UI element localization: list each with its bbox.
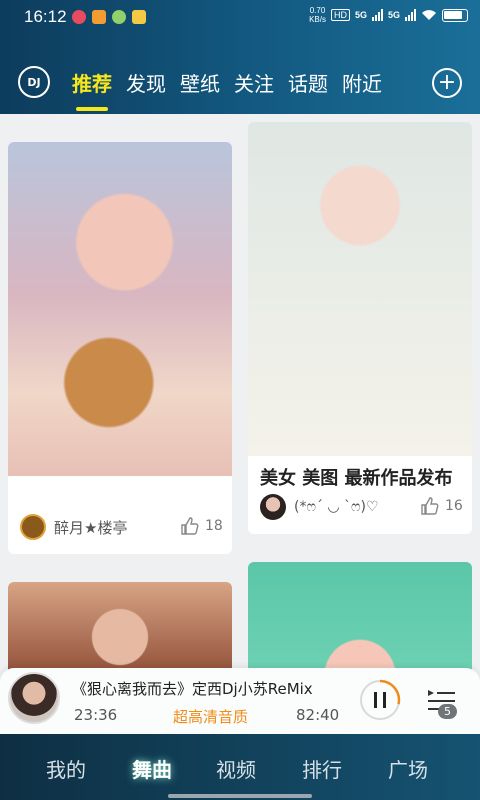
mini-player[interactable]: 《狠心离我而去》定西Dj小苏ReMix 23:36 超高清音质 82:40 5: [0, 668, 480, 734]
feed-card[interactable]: 醉月★楼亭 18: [8, 142, 232, 554]
card-author[interactable]: 醉月★楼亭: [20, 514, 127, 540]
song-title[interactable]: 《狠心离我而去》定西Dj小苏ReMix: [72, 678, 352, 699]
status-bar: 16:12 0.70 KB/s HD 5G 5G: [0, 0, 480, 36]
net-speed: 0.70 KB/s: [309, 6, 326, 24]
feed-card[interactable]: [8, 582, 232, 682]
card-title[interactable]: 美女 美图 最新作品发布: [260, 464, 453, 490]
author-avatar[interactable]: [20, 514, 46, 540]
app-header: 16:12 0.70 KB/s HD 5G 5G DJ 推荐 发现 壁纸 关注 …: [0, 0, 480, 114]
thumbs-up-icon: [181, 517, 199, 535]
notification-icons: [72, 10, 146, 24]
wifi-icon: [422, 10, 436, 20]
bottom-nav-video[interactable]: 视频: [216, 754, 256, 783]
tab-following[interactable]: 关注: [234, 68, 274, 97]
net-speed-value: 0.70: [309, 6, 326, 15]
notification-app-icon-4: [132, 10, 146, 24]
top-nav: DJ 推荐 发现 壁纸 关注 话题 附近 +: [0, 62, 480, 111]
bottom-nav-dance[interactable]: 舞曲: [132, 754, 172, 783]
tab-wallpaper[interactable]: 壁纸: [180, 68, 220, 97]
pause-icon: [374, 692, 377, 708]
status-right: 0.70 KB/s HD 5G 5G: [309, 6, 468, 24]
top-tabs: 推荐 发现 壁纸 关注 话题 附近: [72, 68, 382, 111]
total-time: 82:40: [296, 706, 340, 724]
current-time: 23:36: [74, 706, 118, 724]
bottom-nav: 我的 舞曲 视频 排行 广场: [0, 734, 480, 800]
tab-recommend[interactable]: 推荐: [72, 68, 112, 111]
author-name[interactable]: (*ෆ´ ◡ `ෆ)♡: [294, 499, 379, 515]
card-image[interactable]: [248, 562, 472, 682]
like-button[interactable]: 16: [420, 496, 463, 516]
pause-button[interactable]: [358, 678, 402, 722]
signal-icon: [371, 9, 383, 21]
thumbs-up-icon: [421, 497, 439, 515]
plus-circle-icon[interactable]: +: [432, 68, 462, 98]
feed-card[interactable]: 美女 美图 最新作品发布 (*ෆ´ ◡ `ෆ)♡ 16: [248, 122, 472, 534]
home-indicator[interactable]: [168, 794, 312, 798]
status-time: 16:12: [24, 7, 67, 26]
hd-badge: HD: [330, 9, 350, 21]
playlist-count: 5: [438, 704, 457, 719]
like-count: 18: [205, 518, 223, 534]
network-type-2: 5G: [387, 10, 400, 20]
card-author[interactable]: (*ෆ´ ◡ `ෆ)♡: [260, 494, 379, 520]
dj-logo-icon[interactable]: DJ: [18, 66, 50, 98]
quality-badge[interactable]: 超高清音质: [173, 706, 248, 727]
bottom-nav-mine[interactable]: 我的: [46, 754, 86, 783]
tab-topics[interactable]: 话题: [288, 68, 328, 97]
tab-nearby[interactable]: 附近: [342, 68, 382, 97]
notification-app-icon-2: [92, 10, 106, 24]
notification-app-icon-1: [72, 10, 86, 24]
network-type-1: 5G: [354, 10, 367, 20]
like-button[interactable]: 18: [180, 516, 223, 536]
feed-card[interactable]: [248, 562, 472, 682]
like-count: 16: [445, 498, 463, 514]
signal-icon-2: [405, 9, 416, 21]
tab-discover[interactable]: 发现: [126, 68, 166, 97]
card-image[interactable]: [8, 142, 232, 476]
bottom-nav-ranking[interactable]: 排行: [302, 754, 342, 783]
wechat-icon: [112, 10, 126, 24]
author-name[interactable]: 醉月★楼亭: [54, 517, 127, 538]
player-cover[interactable]: [8, 672, 60, 724]
card-image[interactable]: [248, 122, 472, 456]
author-avatar[interactable]: [260, 494, 286, 520]
battery-icon: [442, 8, 468, 22]
bottom-nav-square[interactable]: 广场: [388, 754, 428, 783]
card-image[interactable]: [8, 582, 232, 682]
net-speed-unit: KB/s: [309, 15, 326, 24]
